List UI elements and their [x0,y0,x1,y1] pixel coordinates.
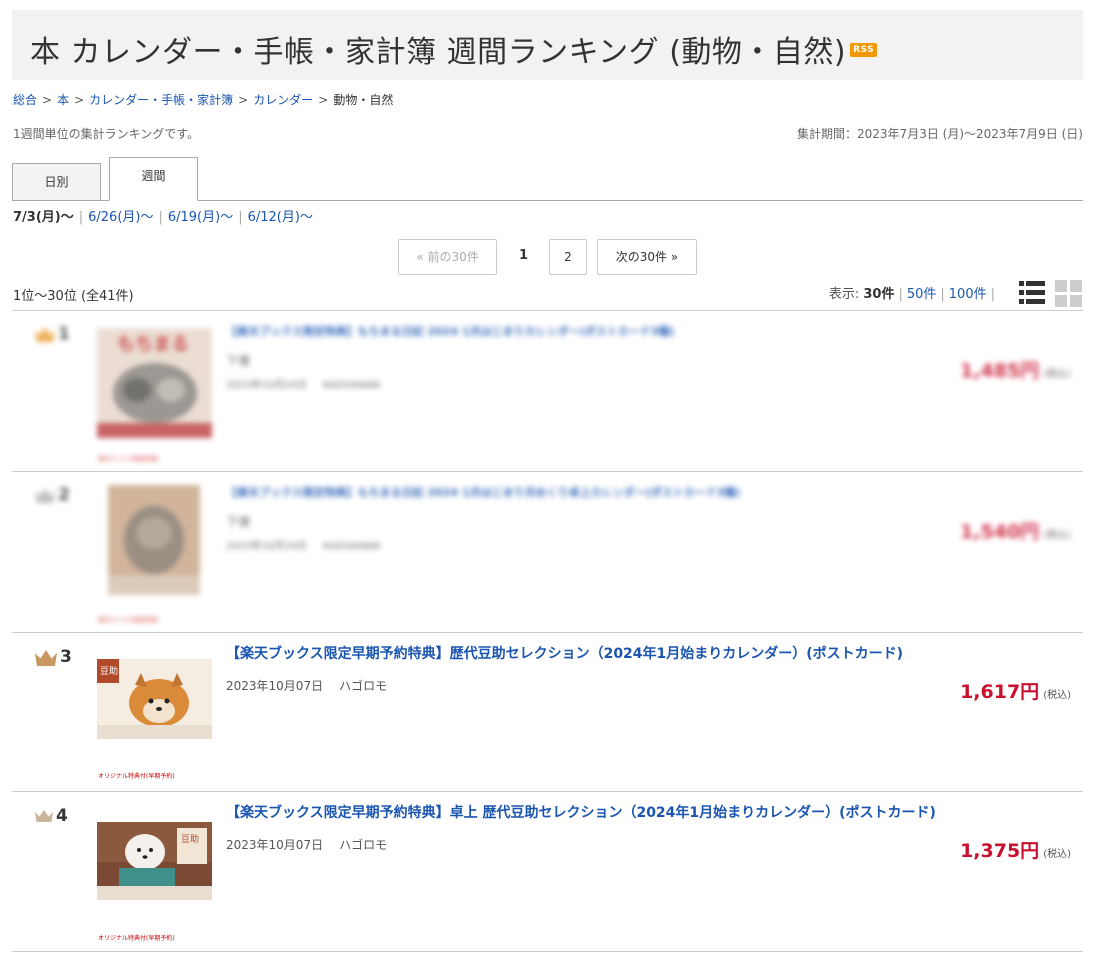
result-range: 1位〜30位 (全41件) [13,289,134,304]
page-header: 本 カレンダー・手帳・家計簿 週間ランキング (動物・自然) RSS [12,10,1083,80]
rank-number: 2 [34,485,70,505]
ranking-item: 1 もちまる 楽天ブックス限定特典 【楽天ブックス限定特典】もちまる日記 202… [12,320,1083,470]
divider [12,310,1083,311]
breadcrumb-separator: > [238,93,249,107]
ranking-item: 2 楽天ブックス限定特典 【楽天ブックス限定特典】もちまる日記 2024 1月は… [12,481,1083,631]
product-publisher: ハゴロモ [339,679,388,693]
svg-text:もちまる: もちまる [117,334,189,355]
product-date: 2023年10月07日 [226,838,324,852]
bronze-crown-icon [35,649,57,666]
tab-weekly[interactable]: 週間 [109,157,198,201]
week-current: 7/3(月)〜 [13,210,74,225]
divider [12,471,1083,472]
breadcrumb-separator: > [318,93,329,107]
breadcrumb-item-all[interactable]: 総合 [13,93,37,107]
product-meta: 2023年10月24日 KADOKAWA [226,541,381,552]
gold-crown-icon [35,327,55,342]
svg-text:豆助: 豆助 [100,665,118,677]
product-title-link[interactable]: 【楽天ブックス限定早期予約特典】卓上 歴代豆助セレクション（2024年1月始まり… [226,802,936,822]
divider [12,951,1083,952]
display-option-100[interactable]: 100件 [949,287,987,302]
breadcrumb-item-books[interactable]: 本 [57,93,69,107]
ranking-description: 1週間単位の集計ランキングです。 [13,127,200,141]
rss-icon[interactable]: RSS [850,42,878,57]
grid-view-icon[interactable] [1055,280,1082,307]
product-title-link[interactable]: 【楽天ブックス限定早期予約特典】歴代豆助セレクション（2024年1月始まりカレン… [226,643,903,663]
period-tabs: 日別 週間 [12,157,1083,201]
svg-text:豆助: 豆助 [181,833,199,845]
product-price: 1,485円 (税込) [960,360,1071,382]
small-crown-icon [35,810,53,822]
product-price: 1,617円 (税込) [960,681,1071,703]
special-tag: オリジナル特典付(早期予約) [98,935,175,942]
product-meta: 2023年10月07日 ハゴロモ [226,836,387,853]
product-image[interactable]: もちまる [97,328,212,438]
list-view-icon[interactable] [1019,280,1045,306]
product-price: 1,375円 (税込) [960,840,1071,862]
divider [12,632,1083,633]
product-date: 2023年10月07日 [226,679,324,693]
page-2-button[interactable]: 2 [549,239,587,275]
breadcrumb: 総合 > 本 > カレンダー・手帳・家計簿 > カレンダー > 動物・自然 [13,91,393,108]
product-meta: 2023年10月24日 KADOKAWA [226,380,381,391]
breadcrumb-separator: > [42,93,53,107]
week-link[interactable]: 6/19(月)〜 [168,210,233,225]
breadcrumb-item-calendar-notebook[interactable]: カレンダー・手帳・家計簿 [89,93,233,107]
breadcrumb-item-calendar[interactable]: カレンダー [253,93,313,107]
tab-daily[interactable]: 日別 [12,163,101,201]
ranking-item: 3 豆助 オリジナル特典付(早期予約) 【楽天ブックス限定早期予約特典】歴代豆助… [12,643,1083,790]
product-image[interactable]: 豆助 [97,822,212,900]
display-count-selector: 表示: 30件 | 50件 | 100件 | [828,287,995,302]
week-link[interactable]: 6/26(月)〜 [88,210,153,225]
special-tag: 楽天ブックス限定特典 [98,456,158,463]
breadcrumb-current: 動物・自然 [333,93,394,107]
ranking-item: 4 豆助 オリジナル特典付(早期予約) 【楽天ブックス限定早期予約特典】卓上 歴… [12,802,1083,950]
display-current: 30件 [863,287,895,302]
product-price: 1,540円 (税込) [960,521,1071,543]
product-publisher: ハゴロモ [339,838,388,852]
rank-number: 4 [34,806,68,826]
week-selector: 7/3(月)〜 | 6/26(月)〜 | 6/19(月)〜 | 6/12(月)〜 [13,210,313,225]
next-page-button[interactable]: 次の30件 » [597,239,697,275]
rank-number: 3 [34,647,72,667]
product-author: 下僕 [226,515,251,529]
page-title-text: 本 カレンダー・手帳・家計簿 週間ランキング (動物・自然) [30,35,847,70]
product-image[interactable] [108,485,200,595]
product-title-link[interactable]: 【楽天ブックス限定特典】もちまる日記 2024 1月はじまりカレンダー(ポストカ… [226,323,674,339]
product-image[interactable]: 豆助 [97,659,212,739]
rank-number: 1 [34,324,70,344]
special-tag: 楽天ブックス限定特典 [98,617,158,624]
prev-page-button: « 前の30件 [398,239,497,275]
divider [12,791,1083,792]
ranking-period: 集計期間：2023年7月3日 (月)〜2023年7月9日 (日) [797,127,1083,141]
current-page: 1 [519,248,529,263]
special-tag: オリジナル特典付(早期予約) [98,773,175,780]
breadcrumb-separator: > [74,93,85,107]
product-meta: 2023年10月07日 ハゴロモ [226,677,387,694]
product-author: 下僕 [226,354,251,368]
product-title-link[interactable]: 【楽天ブックス限定特典】もちまる日記 2024 1月はじまり月めくり卓上カレンダ… [226,484,740,500]
week-link[interactable]: 6/12(月)〜 [248,210,313,225]
display-label: 表示: [828,287,864,302]
display-option-50[interactable]: 50件 [907,287,937,302]
silver-crown-icon [35,488,55,503]
page-title: 本 カレンダー・手帳・家計簿 週間ランキング (動物・自然) RSS [30,27,878,71]
